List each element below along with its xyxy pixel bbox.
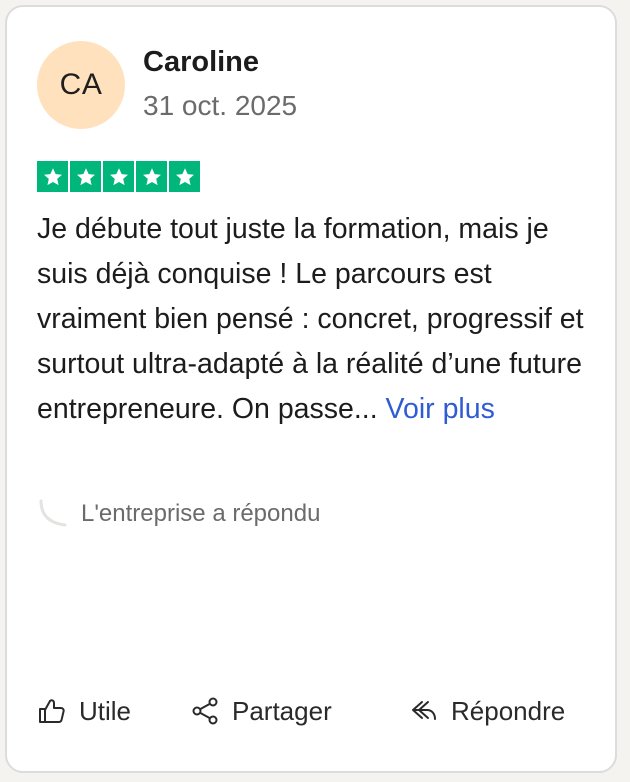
- review-date: 31 oct. 2025: [143, 90, 298, 121]
- useful-button[interactable]: Utile: [37, 689, 131, 733]
- reviewer-name[interactable]: Caroline: [143, 44, 297, 80]
- reviewer-header: CA Caroline 31 oct. 2025: [37, 41, 297, 129]
- company-replied[interactable]: L'entreprise a répondu: [37, 497, 320, 531]
- star-icon: [169, 161, 200, 192]
- share-icon: [192, 697, 218, 725]
- see-more-link[interactable]: Voir plus: [386, 393, 495, 425]
- reply-button[interactable]: Répondre: [409, 689, 565, 733]
- review-card: CA Caroline 31 oct. 2025 Je débute tout …: [5, 5, 617, 773]
- useful-label: Utile: [79, 695, 132, 726]
- star-icon: [37, 161, 68, 192]
- star-icon: [136, 161, 167, 192]
- star-icon: [103, 161, 134, 192]
- star-icon: [70, 161, 101, 192]
- reply-icon: [412, 701, 436, 720]
- avatar: CA: [37, 41, 125, 129]
- star-rating: [37, 161, 200, 192]
- avatar-initials: CA: [59, 68, 103, 101]
- share-label: Partager: [232, 695, 332, 726]
- share-button[interactable]: Partager: [190, 689, 332, 733]
- reviewer-meta: Caroline 31 oct. 2025: [143, 44, 297, 126]
- thumbs-up-icon: [39, 699, 65, 723]
- review-text: Je débute tout juste la formation, mais …: [37, 213, 584, 425]
- company-replied-label: L'entreprise a répondu: [81, 500, 321, 527]
- review-actions: Utile Partager Répondre: [37, 689, 577, 733]
- reply-curve-icon: [39, 499, 67, 527]
- review-body: Je débute tout juste la formation, mais …: [37, 207, 597, 432]
- reply-label: Répondre: [451, 695, 566, 726]
